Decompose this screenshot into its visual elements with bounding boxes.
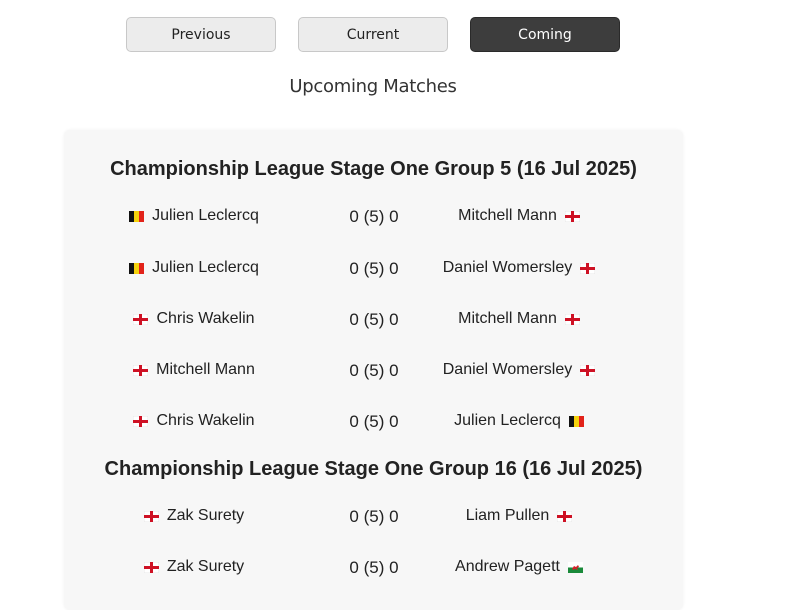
match-row: Zak Surety 0 (5) 0 Andrew Pagett: [64, 558, 683, 582]
tab-current[interactable]: Current: [298, 17, 448, 52]
match-score: 0 (5) 0: [349, 207, 399, 226]
belgium-flag-icon: [129, 262, 145, 274]
away-player-name: Mitchell Mann: [458, 310, 557, 327]
away-player-name: Julien Leclercq: [454, 412, 561, 429]
match-row: Mitchell Mann 0 (5) 0 Daniel Womersley: [64, 361, 683, 385]
england-flag-icon: [133, 313, 149, 325]
home-player-name: Zak Surety: [166, 507, 245, 524]
away-player: Mitchell Mann: [424, 310, 614, 328]
home-player: Julien Leclercq: [64, 259, 324, 277]
away-player-name: Andrew Pagett: [455, 558, 560, 575]
home-player-name: Zak Surety: [166, 558, 245, 575]
belgium-flag-icon: [129, 210, 145, 222]
tab-previous[interactable]: Previous: [126, 17, 276, 52]
england-flag-icon: [133, 364, 149, 376]
match-tabs: Previous Current Coming: [0, 17, 746, 52]
match-row: Julien Leclercq 0 (5) 0 Daniel Womersley: [64, 259, 683, 283]
section-title: Upcoming Matches: [289, 76, 457, 97]
england-flag-icon: [580, 262, 596, 274]
england-flag-icon: [133, 415, 149, 427]
away-player: Julien Leclercq: [424, 412, 614, 430]
match-row: Chris Wakelin 0 (5) 0 Mitchell Mann: [64, 310, 683, 334]
wales-flag-icon: [567, 561, 583, 573]
away-player: Daniel Womersley: [424, 259, 614, 277]
england-flag-icon: [580, 364, 596, 376]
home-player: Julien Leclercq: [64, 207, 324, 225]
home-player-name: Julien Leclercq: [152, 207, 259, 224]
home-player: Chris Wakelin: [64, 412, 324, 430]
match-score: 0 (5) 0: [349, 412, 399, 431]
match-score: 0 (5) 0: [349, 259, 399, 278]
match-score: 0 (5) 0: [349, 361, 399, 380]
match-row: Chris Wakelin 0 (5) 0 Julien Leclercq: [64, 412, 683, 436]
england-flag-icon: [557, 510, 573, 522]
away-player: Mitchell Mann: [424, 207, 614, 225]
group-title: Championship League Stage One Group 16 (…: [104, 458, 643, 480]
match-score: 0 (5) 0: [349, 507, 399, 526]
away-player-name: Daniel Womersley: [442, 259, 573, 276]
match-row: Julien Leclercq 0 (5) 0 Mitchell Mann: [64, 207, 683, 231]
away-player: Liam Pullen: [424, 507, 614, 525]
home-player-name: Mitchell Mann: [156, 361, 255, 378]
match-score: 0 (5) 0: [349, 310, 399, 329]
away-player-name: Daniel Womersley: [442, 361, 573, 378]
away-player: Andrew Pagett: [424, 558, 614, 576]
england-flag-icon: [143, 510, 159, 522]
belgium-flag-icon: [568, 415, 584, 427]
home-player: Zak Surety: [64, 558, 324, 576]
home-player-name: Chris Wakelin: [156, 412, 255, 429]
match-row: Zak Surety 0 (5) 0 Liam Pullen: [64, 507, 683, 531]
home-player: Chris Wakelin: [64, 310, 324, 328]
matches-panel: Championship League Stage One Group 5 (1…: [64, 130, 683, 610]
home-player-name: Julien Leclercq: [152, 259, 259, 276]
home-player-name: Chris Wakelin: [156, 310, 255, 327]
match-score: 0 (5) 0: [349, 558, 399, 577]
tab-coming[interactable]: Coming: [470, 17, 620, 52]
away-player-name: Mitchell Mann: [458, 207, 557, 224]
group-title: Championship League Stage One Group 5 (1…: [110, 158, 637, 180]
home-player: Mitchell Mann: [64, 361, 324, 379]
away-player: Daniel Womersley: [424, 361, 614, 379]
england-flag-icon: [564, 210, 580, 222]
england-flag-icon: [143, 561, 159, 573]
away-player-name: Liam Pullen: [465, 507, 550, 524]
home-player: Zak Surety: [64, 507, 324, 525]
england-flag-icon: [564, 313, 580, 325]
